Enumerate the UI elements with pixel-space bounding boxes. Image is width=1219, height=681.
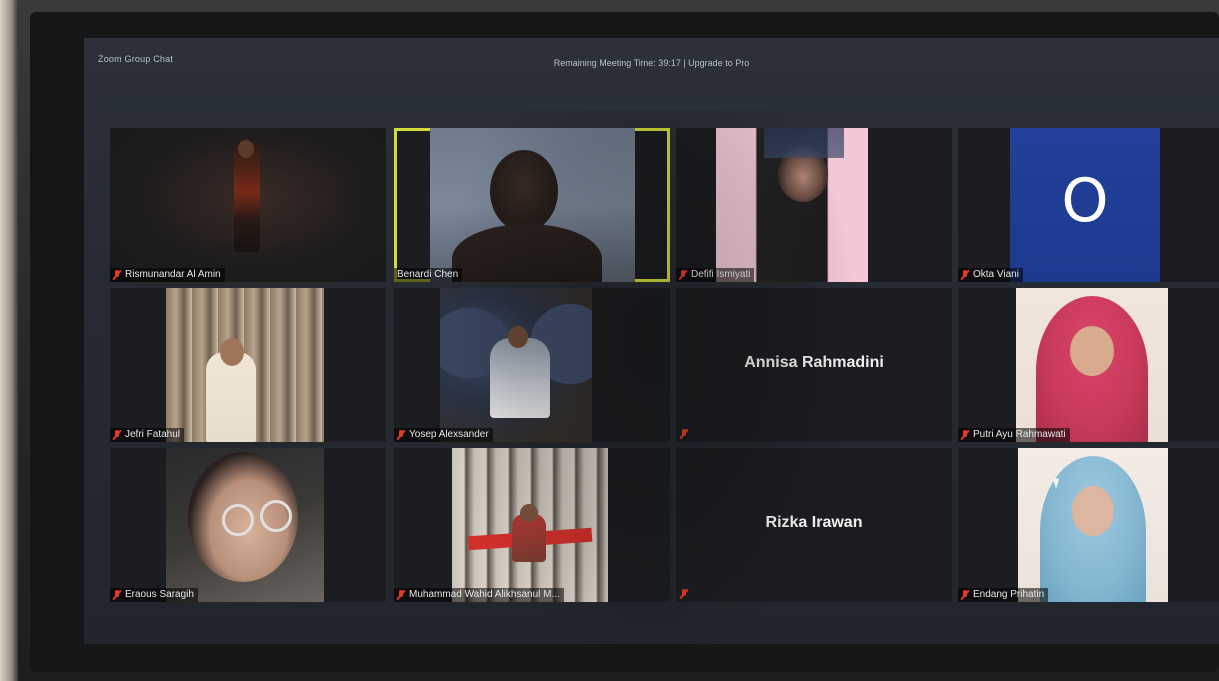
muted-mic-icon [113,429,121,440]
participant-tile[interactable]: O Okta Viani [958,128,1219,282]
participant-name: Benardi Chen [397,269,459,280]
participant-video [1016,288,1168,442]
participant-name-label: Putri Ayu Rahmawati [958,428,1070,442]
person-head [520,504,538,522]
participant-tile[interactable]: Eraous Saragih [110,448,386,602]
participant-name-label: Okta Viani [958,268,1023,282]
participant-name: Okta Viani [973,269,1019,280]
participant-name: Muhammad Wahid Alikhsanul M... [409,589,560,600]
participant-name: Rismunandar Al Amin [125,269,221,280]
participant-video [440,288,592,442]
person-figure [234,142,260,252]
participant-name: Putri Ayu Rahmawati [973,429,1066,440]
participant-name-label: Rismunandar Al Amin [110,268,225,282]
participant-avatar: O [1010,128,1160,282]
participant-name: Yosep Alexsander [409,429,489,440]
muted-mic-icon [397,429,405,440]
participant-video [166,288,324,442]
person-head [238,140,254,158]
participant-tile[interactable]: Muhammad Wahid Alikhsanul M... [394,448,670,602]
muted-mic-icon [680,589,688,599]
participant-video [430,128,635,282]
participant-name-label: Jefri Fatahul [110,428,185,442]
person-face [1072,486,1114,536]
person-head [220,338,244,366]
background-cloth [764,128,844,158]
zoom-meeting-window: Zoom Group Chat Remaining Meeting Time: … [84,38,1219,644]
participant-video [110,128,386,282]
participant-tile-video-off[interactable]: Annisa Rahmadini [676,288,952,442]
person-figure [490,338,550,418]
participant-name-label: Muhammad Wahid Alikhsanul M... [394,588,564,602]
gallery-view: Rismunandar Al Amin Benardi Chen Defifi … [110,128,1219,612]
muted-mic-icon [397,589,405,600]
wall-edge [0,0,18,681]
person-head [508,326,528,348]
avatar-initial: O [1061,165,1109,236]
muted-mic-icon [679,269,687,280]
glasses-left [222,504,254,536]
muted-mic-icon [961,429,969,440]
meeting-timer-banner[interactable]: Remaining Meeting Time: 39:17 | Upgrade … [84,58,1219,68]
participant-tile[interactable]: Jefri Fatahul [110,288,386,442]
muted-mic-icon [680,429,688,439]
participant-tile[interactable]: Defifi Ismiyati [676,128,952,282]
participant-tile[interactable]: Yosep Alexsander [394,288,670,442]
participant-name-label: Endang Prihatin [958,588,1049,602]
participant-video [1018,448,1168,602]
muted-mic-icon [113,589,121,600]
participant-name: Eraous Saragih [125,589,194,600]
participant-tile[interactable]: Putri Ayu Rahmawati [958,288,1219,442]
participant-tile-active-speaker[interactable]: Benardi Chen [394,128,670,282]
participant-name-label: Benardi Chen [394,268,463,282]
participant-name: Defifi Ismiyati [691,269,751,280]
participant-name: Endang Prihatin [973,589,1045,600]
person-face [1070,326,1114,376]
participant-display-name: Annisa Rahmadini [744,354,884,371]
participant-display-name: Rizka Irawan [765,514,863,531]
participant-tile[interactable]: Endang Prihatin [958,448,1219,602]
participant-tile[interactable]: Rismunandar Al Amin [110,128,386,282]
muted-mic-icon [961,589,969,600]
person-shoulders [452,224,602,282]
participant-video [452,448,608,602]
muted-mic-icon [113,269,121,280]
glasses-right [260,500,292,532]
participant-name: Jefri Fatahul [125,429,181,440]
participant-video [716,128,868,282]
muted-mic-icon [961,269,969,280]
participant-video [166,448,324,602]
person-head [490,150,558,232]
participant-tile-video-off[interactable]: Rizka Irawan [676,448,952,602]
participant-name-label: Eraous Saragih [110,588,198,602]
participant-name-label: Yosep Alexsander [394,428,493,442]
title-bar: Zoom Group Chat Remaining Meeting Time: … [84,38,1219,96]
participant-name-label: Defifi Ismiyati [676,268,755,282]
